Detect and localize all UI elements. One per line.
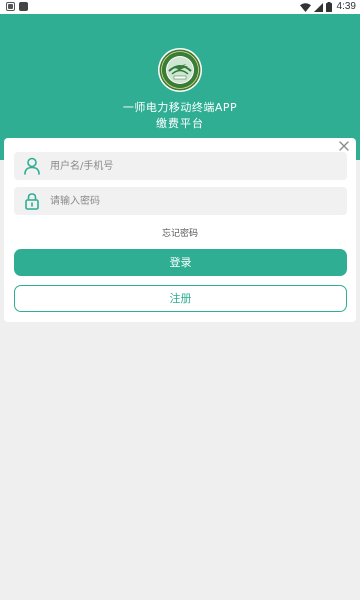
signal-icon xyxy=(313,2,323,12)
register-button[interactable]: 注册 xyxy=(14,285,347,312)
username-input[interactable] xyxy=(50,152,335,180)
status-right: 4:39 xyxy=(299,1,356,13)
password-field[interactable] xyxy=(14,187,347,215)
password-input[interactable] xyxy=(50,187,335,215)
lock-icon xyxy=(25,193,39,210)
notification-app-icon xyxy=(6,2,15,11)
app-title: 一师电力移动终端APP xyxy=(122,101,238,114)
forgot-password-link[interactable]: 忘记密码 xyxy=(4,226,356,239)
login-button[interactable]: 登录 xyxy=(14,249,347,276)
user-icon xyxy=(24,157,40,175)
app-subtitle: 缴费平台 xyxy=(156,117,204,130)
close-icon[interactable] xyxy=(338,140,350,152)
login-card: 忘记密码 登录 注册 xyxy=(4,138,356,322)
username-field[interactable] xyxy=(14,152,347,180)
status-left xyxy=(6,2,28,11)
status-bar: 4:39 xyxy=(0,0,360,14)
notification-app-icon xyxy=(19,2,28,11)
logo-emblem xyxy=(158,48,202,92)
battery-icon xyxy=(325,2,332,12)
status-time: 4:39 xyxy=(336,1,356,12)
wifi-icon xyxy=(299,2,311,12)
